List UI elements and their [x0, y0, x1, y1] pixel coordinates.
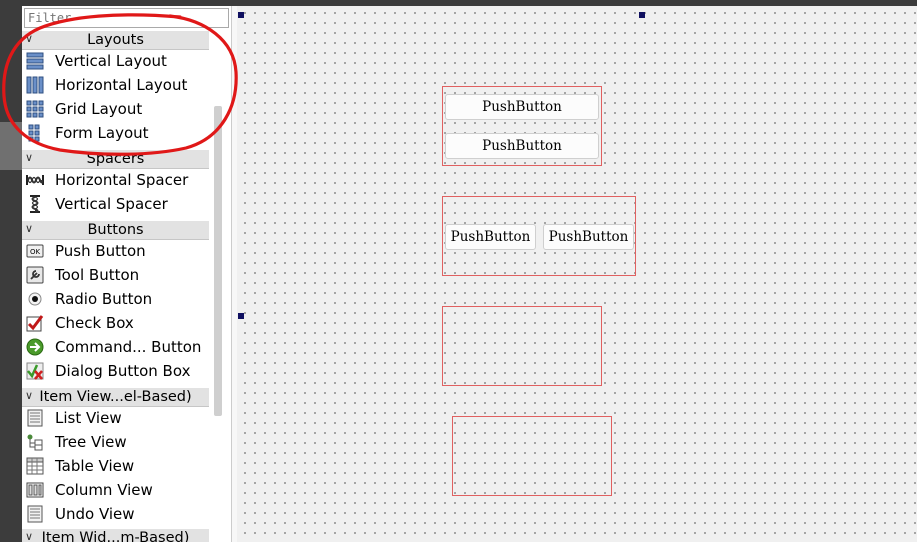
item-label: Column View — [55, 481, 153, 499]
vertical-layout-icon — [26, 52, 44, 70]
item-label: Check Box — [55, 314, 134, 332]
category-label: Spacers — [86, 151, 145, 167]
category-label: Buttons — [87, 222, 144, 238]
item-label: Push Button — [55, 242, 146, 260]
category-spacers[interactable]: ∨ Spacers — [22, 149, 209, 169]
grid-layout-box[interactable] — [442, 306, 602, 386]
check-box-icon — [26, 315, 44, 332]
undo-view-icon — [27, 505, 43, 523]
vertical-layout-box[interactable]: PushButton PushButton — [442, 86, 602, 166]
chevron-down-icon: ∨ — [25, 389, 34, 402]
push-button[interactable]: PushButton — [445, 224, 536, 250]
item-label: Dialog Button Box — [55, 362, 191, 380]
widget-item-tool-button[interactable]: Tool Button — [22, 263, 209, 287]
chevron-down-icon: ∨ — [25, 222, 34, 235]
chevron-down-icon: ∨ — [25, 151, 34, 164]
selection-handle[interactable] — [238, 12, 244, 18]
chevron-down-icon: ∨ — [25, 32, 34, 45]
form-canvas[interactable]: PushButton PushButton PushButton PushBut… — [237, 6, 917, 542]
dock-tab[interactable] — [0, 122, 22, 170]
dialog-button-box-icon — [26, 362, 44, 380]
item-label: Vertical Layout — [55, 52, 167, 70]
widget-item-command-link-button[interactable]: Command... Button — [22, 335, 209, 359]
widget-item-list-view[interactable]: List View — [22, 406, 209, 430]
left-dock-edge — [0, 6, 22, 542]
category-layouts[interactable]: ∨ Layouts — [22, 30, 209, 50]
vertical-spacer-icon — [30, 195, 40, 213]
widget-item-undo-view[interactable]: Undo View — [22, 502, 209, 526]
push-button[interactable]: PushButton — [543, 224, 634, 250]
horizontal-layout-box[interactable]: PushButton PushButton — [442, 196, 636, 276]
widget-item-column-view[interactable]: Column View — [22, 478, 209, 502]
selection-handle[interactable] — [238, 313, 244, 319]
item-label: Tree View — [55, 433, 127, 451]
horizontal-layout-icon — [26, 76, 44, 94]
form-layout-icon — [28, 124, 40, 142]
radio-button-icon — [28, 292, 42, 306]
category-label: Item Wid...m-Based) — [41, 530, 190, 542]
widget-item-tree-view[interactable]: Tree View — [22, 430, 209, 454]
item-label: Vertical Spacer — [55, 195, 168, 213]
tree-view-icon — [27, 434, 43, 451]
widget-item-table-view[interactable]: Table View — [22, 454, 209, 478]
push-button[interactable]: PushButton — [445, 94, 599, 120]
widget-box-panel: ∨ Layouts Vertical Layout Horizontal Lay… — [22, 6, 232, 542]
column-view-icon — [26, 482, 44, 498]
widget-item-radio-button[interactable]: Radio Button — [22, 287, 209, 311]
item-label: Horizontal Spacer — [55, 171, 189, 189]
category-label: Layouts — [87, 32, 144, 48]
widget-item-vertical-layout[interactable]: Vertical Layout — [22, 49, 209, 73]
category-item-views[interactable]: ∨ Item View...el-Based) — [22, 387, 209, 407]
item-label: Grid Layout — [55, 100, 143, 118]
item-label: Command... Button — [55, 338, 202, 356]
item-label: Undo View — [55, 505, 135, 523]
push-button-icon-text: OK — [30, 248, 41, 256]
widget-item-dialog-button-box[interactable]: Dialog Button Box — [22, 359, 209, 383]
table-view-icon — [26, 457, 44, 475]
category-buttons[interactable]: ∨ Buttons — [22, 220, 209, 240]
grid-layout-icon — [26, 100, 44, 118]
widget-item-horizontal-layout[interactable]: Horizontal Layout — [22, 73, 209, 97]
item-label: Form Layout — [55, 124, 149, 142]
widget-item-check-box[interactable]: Check Box — [22, 311, 209, 335]
tool-button-icon — [26, 266, 44, 284]
widget-item-horizontal-spacer[interactable]: Horizontal Spacer — [22, 168, 209, 192]
list-view-icon — [27, 409, 43, 427]
item-label: Horizontal Layout — [55, 76, 188, 94]
push-button-icon: OK — [26, 244, 44, 258]
item-label: Tool Button — [55, 266, 140, 284]
panel-scrollbar[interactable] — [214, 106, 222, 416]
command-link-icon — [26, 338, 44, 356]
category-item-widgets[interactable]: ∨ Item Wid...m-Based) — [22, 528, 209, 542]
push-button[interactable]: PushButton — [445, 133, 599, 159]
item-label: List View — [55, 409, 122, 427]
widget-item-vertical-spacer[interactable]: Vertical Spacer — [22, 192, 209, 216]
filter-input[interactable] — [24, 8, 229, 28]
item-label: Table View — [55, 457, 135, 475]
widget-item-grid-layout[interactable]: Grid Layout — [22, 97, 209, 121]
item-label: Radio Button — [55, 290, 153, 308]
category-label: Item View...el-Based) — [39, 389, 192, 405]
widget-item-form-layout[interactable]: Form Layout — [22, 121, 209, 145]
form-layout-box[interactable] — [452, 416, 612, 496]
selection-handle[interactable] — [639, 12, 645, 18]
widget-item-push-button[interactable]: OK Push Button — [22, 239, 209, 263]
chevron-down-icon: ∨ — [25, 530, 34, 542]
horizontal-spacer-icon — [26, 175, 44, 185]
